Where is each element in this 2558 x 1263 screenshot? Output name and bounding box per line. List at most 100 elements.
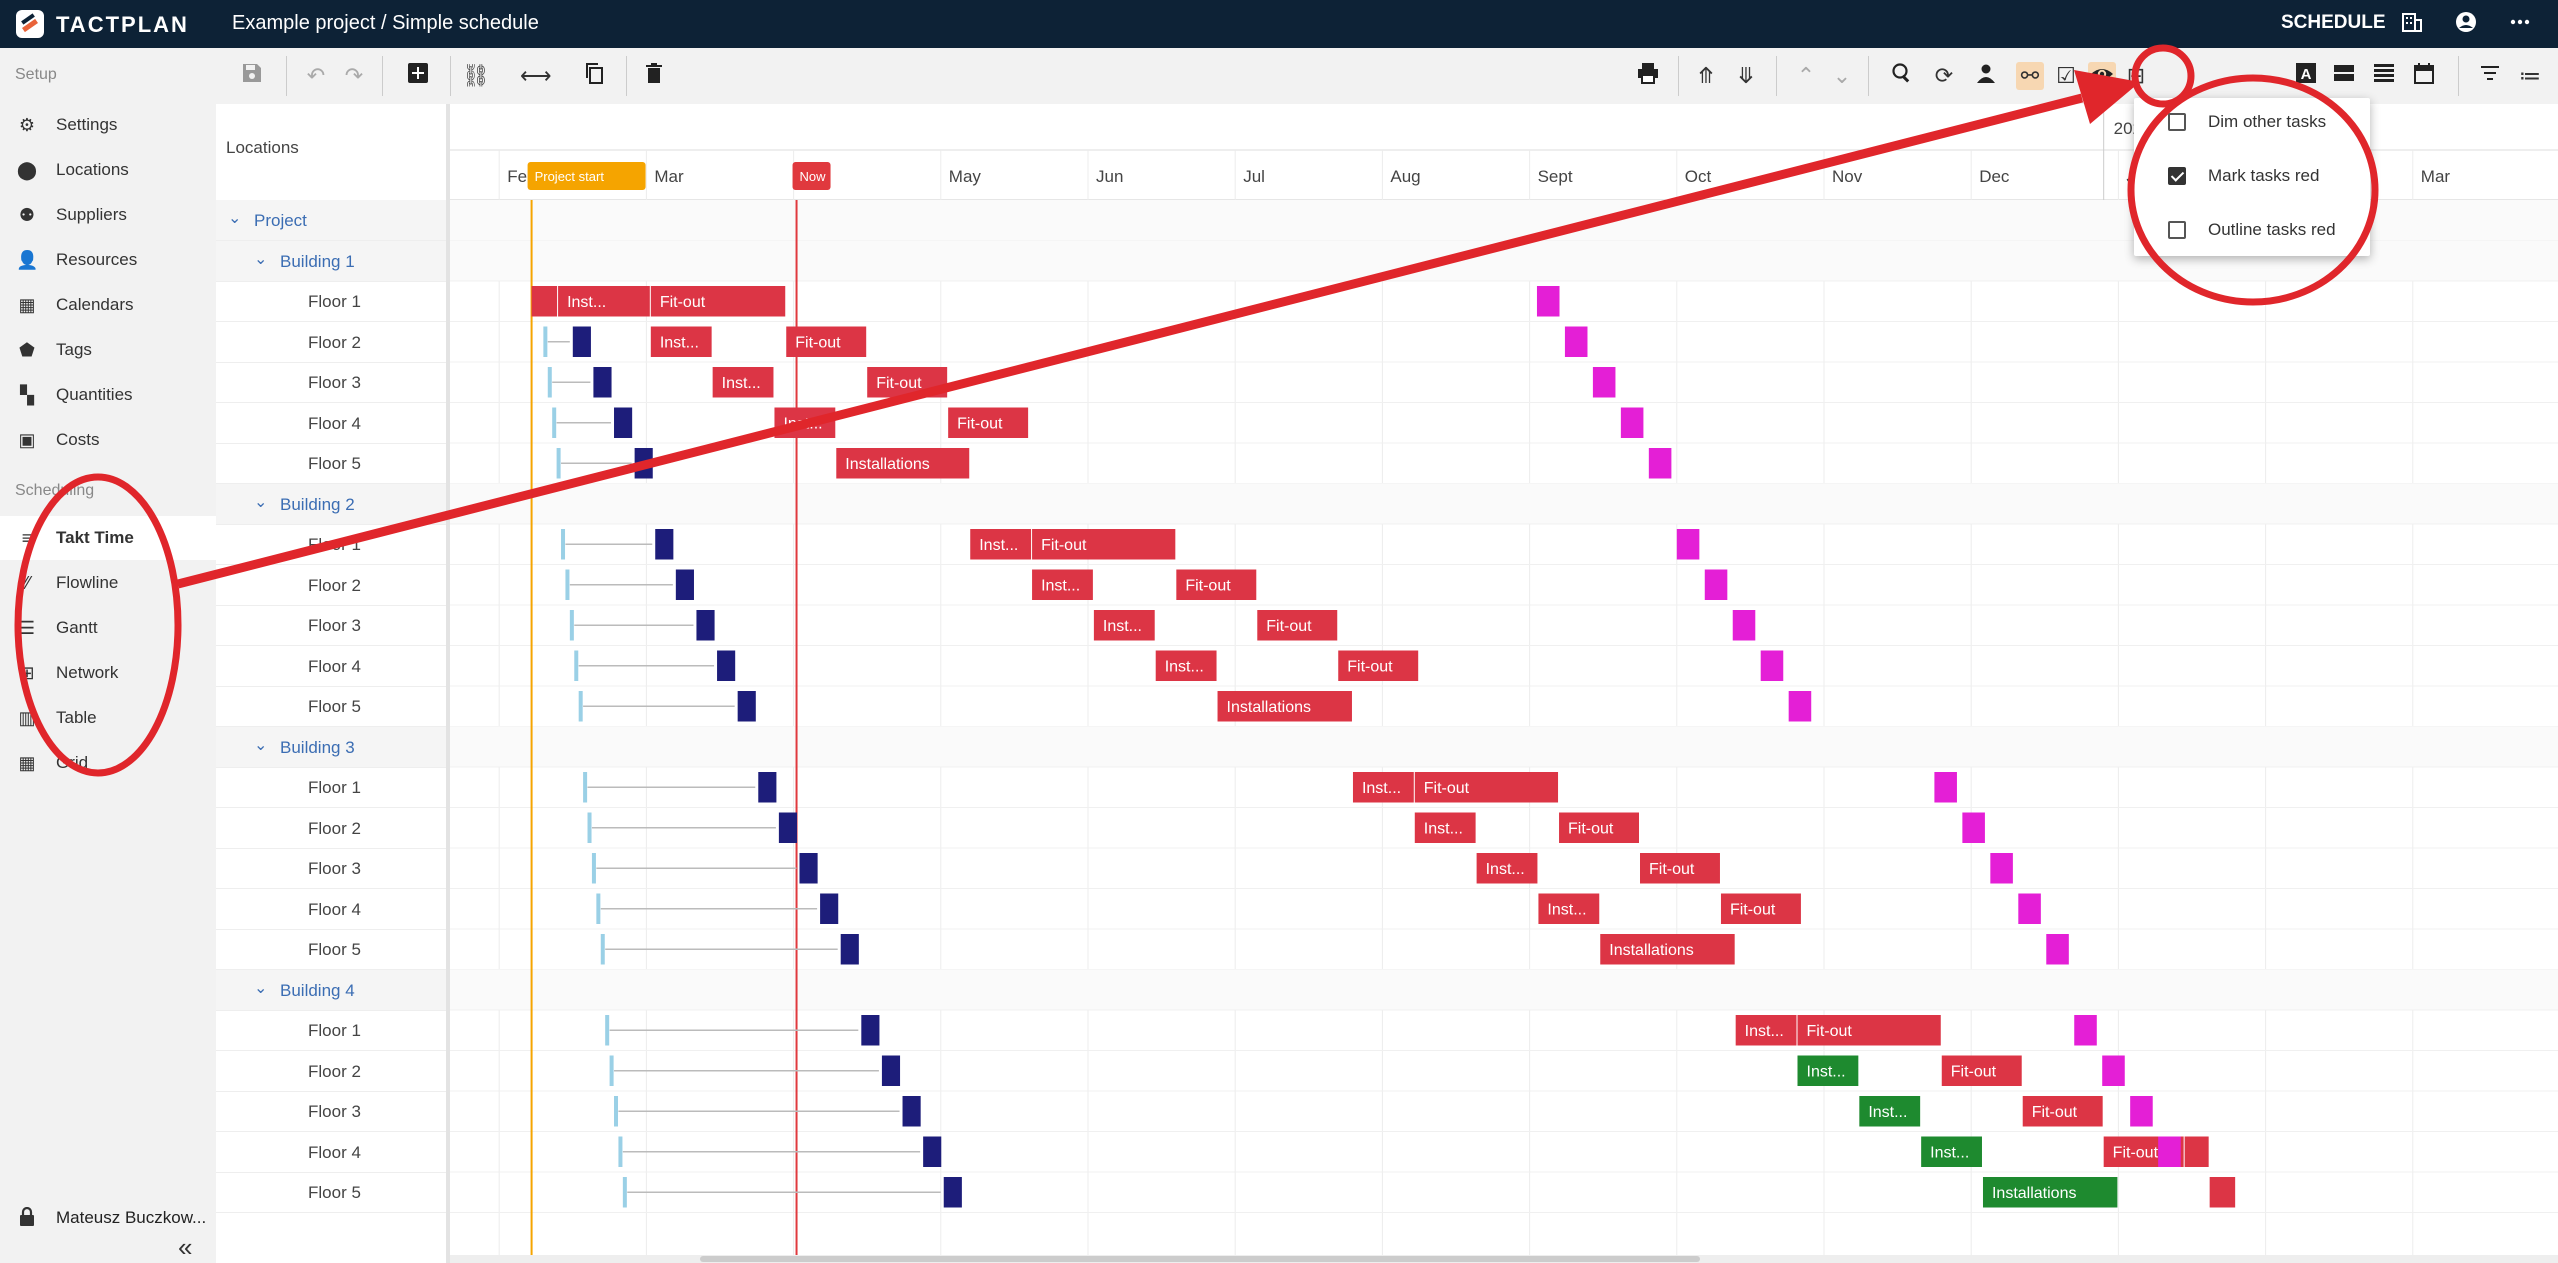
takt-chart[interactable]: JanFebMarAprMayJunJulAugSeptOctNovDecJan… [450, 104, 2558, 1263]
location-row[interactable]: Floor 2 [216, 808, 446, 849]
location-label: Floor 5 [308, 697, 361, 716]
scheduling-section-title: Scheduling [15, 482, 95, 499]
chevron-down-icon[interactable]: ⌄ [228, 208, 241, 228]
chevron-down-icon[interactable]: ⌄ [254, 735, 267, 755]
filter-icon[interactable] [2476, 62, 2504, 90]
person-icon[interactable] [1972, 62, 2000, 90]
location-row[interactable]: Floor 1 [216, 1010, 446, 1051]
task-bar [547, 367, 552, 398]
sidebar-item-takt-time[interactable]: ≡ Takt Time [0, 516, 216, 560]
dim-other-tasks-option[interactable]: Dim other tasks [2134, 98, 2370, 148]
building-icon[interactable] [2398, 10, 2426, 38]
location-row[interactable]: Floor 2 [216, 565, 446, 606]
sidebar-item-gantt[interactable]: ☰ Gantt [0, 606, 216, 650]
tactplan-logo[interactable] [16, 10, 44, 38]
location-row[interactable]: Floor 5 [216, 686, 446, 727]
sidebar-item-table[interactable]: ▥ Table [0, 696, 216, 740]
list-view-icon[interactable] [2370, 62, 2398, 90]
user-name: Mateusz Buczkow... [56, 1208, 207, 1227]
settings-panel-icon[interactable]: ≔ [2516, 62, 2544, 90]
task-bar [569, 610, 574, 641]
chevron-down-icon[interactable]: ⌄ [254, 249, 267, 269]
hierarchy-icon[interactable]: ⊞ [2122, 62, 2150, 90]
collapse-sidebar-icon[interactable]: « [178, 1232, 192, 1263]
row-height-icon[interactable] [2330, 62, 2358, 90]
print-icon[interactable] [1634, 62, 1662, 90]
link-icon[interactable]: ⛓ [462, 62, 490, 90]
calendars-icon: ▦ [18, 295, 36, 315]
location-group-row[interactable]: ⌄ Building 1 [216, 240, 446, 282]
mark-tasks-red-checkbox[interactable] [2168, 167, 2186, 185]
sidebar-item-grid[interactable]: ▦ Grid [0, 741, 216, 785]
outline-tasks-red-checkbox[interactable] [2168, 221, 2186, 239]
collapse-all-icon[interactable]: ⤊ [1692, 62, 1720, 90]
chevron-down-icon[interactable]: ⌄ [254, 492, 267, 512]
location-row[interactable]: Floor 4 [216, 403, 446, 444]
sidebar-item-settings[interactable]: ⚙ Settings [0, 103, 216, 147]
dim-other-tasks-checkbox[interactable] [2168, 113, 2186, 131]
more-horizontal-icon[interactable] [2506, 10, 2534, 38]
group-row-bg [450, 969, 2558, 1010]
eye-icon[interactable] [2088, 62, 2116, 90]
location-group-row[interactable]: ⌄ Building 2 [216, 483, 446, 525]
sidebar-item-resources[interactable]: 👤 Resources [0, 238, 216, 282]
task-bar [943, 1177, 962, 1208]
chevron-down-icon[interactable]: ⌄ [254, 978, 267, 998]
location-group-row[interactable]: ⌄ Project [216, 200, 446, 241]
location-row[interactable]: Floor 1 [216, 524, 446, 565]
redo-icon[interactable]: ↷ [340, 62, 368, 90]
sidebar-item-suppliers[interactable]: ⚉ Suppliers [0, 193, 216, 237]
task-bar [1592, 367, 1616, 398]
unlink-icon[interactable]: ⚯ [2016, 62, 2044, 90]
sidebar-item-costs[interactable]: ▣ Costs [0, 418, 216, 462]
location-row[interactable]: Floor 3 [216, 362, 446, 403]
task-label: Inst... [979, 537, 1018, 554]
sidebar-item-flowline[interactable]: ⁄⁄ Flowline [0, 561, 216, 605]
location-row[interactable]: Floor 2 [216, 322, 446, 363]
sidebar-item-network[interactable]: ⊞ Network [0, 651, 216, 695]
account-circle-icon[interactable] [2452, 10, 2480, 38]
sync-icon[interactable]: ⟳ [1930, 62, 1958, 90]
location-row[interactable]: Floor 5 [216, 1172, 446, 1213]
sidebar-item-tags[interactable]: ⬟ Tags [0, 328, 216, 372]
location-label: Floor 5 [308, 454, 361, 473]
location-row[interactable]: Floor 1 [216, 281, 446, 322]
delete-icon[interactable] [640, 62, 668, 90]
copy-icon[interactable] [580, 62, 608, 90]
save-icon[interactable] [238, 62, 266, 90]
task-label: Fit-out [2113, 1145, 2159, 1162]
stretch-icon[interactable]: ⟷ [520, 62, 552, 90]
sidebar-item-locations[interactable]: ⬤ Locations [0, 148, 216, 192]
location-row[interactable]: Floor 4 [216, 1132, 446, 1173]
checklist-icon[interactable]: ☑ [2052, 62, 2080, 90]
mark-tasks-red-option[interactable]: Mark tasks red [2134, 152, 2370, 202]
sidebar-item-calendars[interactable]: ▦ Calendars [0, 283, 216, 327]
zoom-icon[interactable] [1888, 62, 1916, 90]
location-row[interactable]: Floor 4 [216, 646, 446, 687]
chevron-up-icon[interactable]: ⌃ [1792, 62, 1820, 90]
location-row[interactable]: Floor 3 [216, 848, 446, 889]
outline-tasks-red-option[interactable]: Outline tasks red [2134, 206, 2370, 256]
task-bar [565, 569, 570, 600]
location-row[interactable]: Floor 4 [216, 889, 446, 930]
location-row[interactable]: Floor 5 [216, 443, 446, 484]
sidebar-item-quantities[interactable]: ▚ Quantities [0, 373, 216, 417]
add-task-icon[interactable] [404, 62, 432, 90]
location-group-row[interactable]: ⌄ Building 4 [216, 969, 446, 1011]
project-title[interactable]: Example project / Simple schedule [232, 12, 539, 35]
location-label: Project [254, 211, 307, 230]
location-row[interactable]: Floor 3 [216, 605, 446, 646]
task-label: Fit-out [1347, 659, 1393, 676]
location-row[interactable]: Floor 3 [216, 1091, 446, 1132]
chevron-down-icon[interactable]: ⌄ [1828, 62, 1856, 90]
location-label: Floor 2 [308, 332, 361, 352]
location-group-row[interactable]: ⌄ Building 3 [216, 726, 446, 768]
expand-all-icon[interactable]: ⤋ [1732, 62, 1760, 90]
text-format-icon[interactable]: A [2292, 62, 2320, 90]
location-row[interactable]: Floor 5 [216, 929, 446, 970]
location-row[interactable]: Floor 1 [216, 767, 446, 808]
undo-icon[interactable]: ↶ [302, 62, 330, 90]
schedule-mode-label[interactable]: SCHEDULE [2281, 12, 2386, 34]
calendar-icon[interactable] [2410, 62, 2438, 90]
location-row[interactable]: Floor 2 [216, 1051, 446, 1092]
